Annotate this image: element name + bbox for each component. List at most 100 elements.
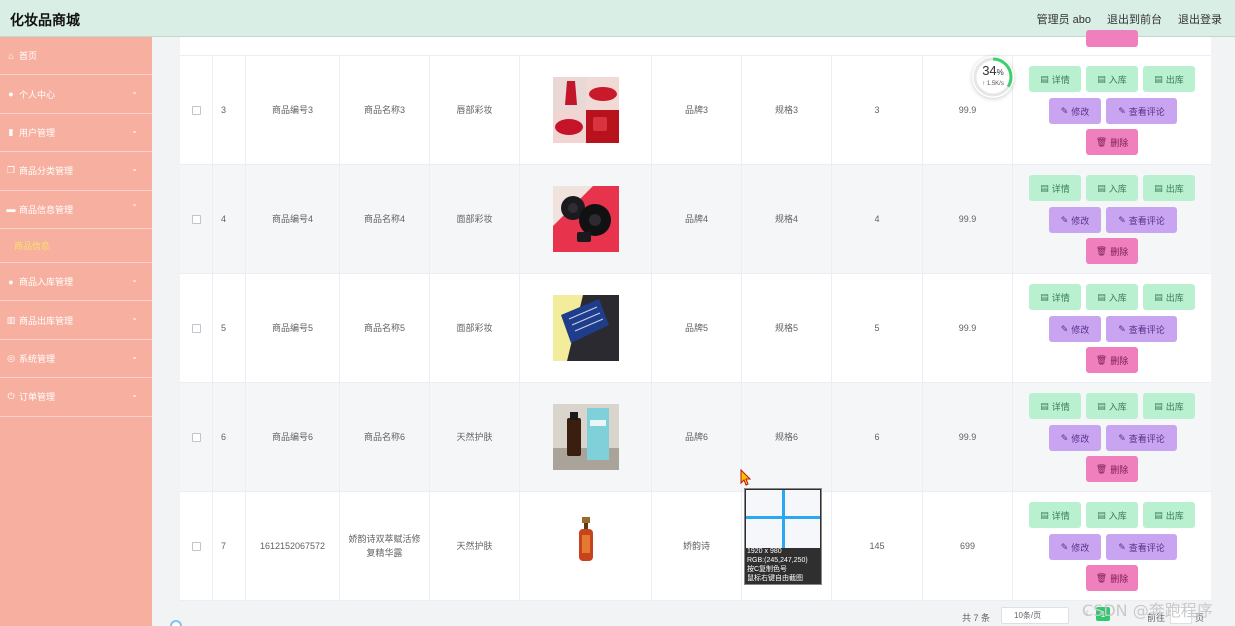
edit-button[interactable]: ✎ 修改 (1049, 425, 1101, 451)
sidebar-item-profile[interactable]: ● 个人中心 ⌄ (0, 75, 152, 114)
row-checkbox[interactable] (191, 432, 201, 442)
speed-unit: % (996, 68, 1004, 77)
settings-icon: ◎ (7, 352, 15, 363)
sidebar-item-products[interactable]: ▬ 商品信息管理 ⌃ (0, 191, 152, 229)
detail-button[interactable]: ▤ 详情 (1029, 284, 1081, 310)
stock-out-button[interactable]: ▤ 出库 (1143, 175, 1195, 201)
document-icon: ▤ (1040, 182, 1049, 193)
user-icon: ● (8, 89, 14, 100)
sidebar-item-home[interactable]: ⌂ 首页 (0, 37, 152, 76)
row-checkbox[interactable] (191, 541, 201, 551)
table-row: 6 商品编号6 商品名称6 天然护肤 品牌6 规格6 6 99.9 ▤ 详情 ▤… (180, 383, 1211, 492)
stock-out-button[interactable]: ▤ 出库 (1143, 393, 1195, 419)
logout-link[interactable]: 退出登录 (1178, 11, 1222, 27)
view-comments-button[interactable]: ✎ 查看评论 (1106, 98, 1177, 124)
sidebar-item-categories[interactable]: ❐ 商品分类管理 ⌄ (0, 152, 152, 191)
trash-icon: 🗑 (1095, 245, 1108, 256)
delete-button[interactable]: 🗑 删除 (1086, 565, 1138, 591)
edit-button[interactable]: ✎ 修改 (1049, 207, 1101, 233)
sidebar-item-label: 商品分类管理 (19, 166, 74, 177)
row-actions: ▤ 详情 ▤ 入库 ▤ 出库 ✎ 修改 ✎ 查看评论 🗑 删除 (1013, 383, 1211, 491)
document-icon: ▤ (1097, 73, 1106, 84)
top-right-links: 管理员 abo 退出到前台 退出登录 (1037, 11, 1222, 27)
stock-in-button[interactable]: ▤ 入库 (1086, 393, 1138, 419)
row-checkbox[interactable] (191, 214, 201, 224)
stock-in-button[interactable]: ▤ 入库 (1086, 175, 1138, 201)
edit-button[interactable]: ✎ 修改 (1049, 316, 1101, 342)
stock-out-button[interactable]: ▤ 出库 (1143, 66, 1195, 92)
edit-icon: ✎ (1060, 541, 1069, 552)
product-image (552, 295, 619, 361)
table-row: 4 商品编号4 商品名称4 面部彩妆 品牌4 规格4 4 99.9 ▤ 详情 ▤… (180, 165, 1211, 274)
edit-icon: ✎ (1060, 432, 1069, 443)
view-comments-button[interactable]: ✎ 查看评论 (1106, 207, 1177, 233)
row-actions: ▤ 详情 ▤ 入库 ▤ 出库 ✎ 修改 ✎ 查看评论 🗑 删除 (1013, 274, 1211, 382)
table-row: 3 商品编号3 商品名称3 唇部彩妆 品牌3 规格3 3 99.9 ▤ 详情 ▤… (180, 56, 1211, 165)
product-stock: 5 (832, 274, 923, 382)
product-spec: 规格3 (742, 56, 832, 164)
product-stock: 4 (832, 165, 923, 273)
row-index: 6 (213, 383, 246, 491)
delete-button[interactable]: 🗑 删除 (1086, 347, 1138, 373)
sidebar-item-label: 个人中心 (19, 89, 56, 100)
table-row-partial (180, 30, 1211, 56)
admin-label: 管理员 abo (1036, 14, 1091, 26)
magnifier-hint-copy: 按C复制色号 (747, 566, 788, 573)
delete-button[interactable]: 🗑 删除 (1086, 129, 1138, 155)
detail-button[interactable]: ▤ 详情 (1029, 393, 1081, 419)
sidebar-item-label: 首页 (19, 51, 38, 62)
sidebar-item-label: 商品入库管理 (19, 277, 74, 288)
sidebar-item-orders[interactable]: ⏻ 订单管理 ⌄ (0, 378, 152, 417)
home-icon: ⌂ (8, 50, 14, 61)
chevron-down-icon: ⌄ (131, 164, 138, 174)
stock-out-button[interactable]: ▤ 出库 (1143, 502, 1195, 528)
product-name: 商品名称6 (340, 383, 430, 491)
edit-icon: ✎ (1060, 214, 1069, 225)
sidebar-item-system[interactable]: ◎ 系统管理 ⌄ (0, 340, 152, 379)
sidebar-item-stock-out[interactable]: ▥ 商品出库管理 ⌄ (0, 301, 152, 340)
document-icon: ▤ (1097, 400, 1106, 411)
detail-button[interactable]: ▤ 详情 (1029, 175, 1081, 201)
crosshair-v (782, 490, 785, 548)
document-icon: ▤ (1040, 291, 1049, 302)
scroll-indicator (170, 620, 182, 626)
product-table: 3 商品编号3 商品名称3 唇部彩妆 品牌3 规格3 3 99.9 ▤ 详情 ▤… (180, 30, 1211, 601)
stock-in-button[interactable]: ▤ 入库 (1086, 66, 1138, 92)
row-checkbox[interactable] (191, 105, 201, 115)
stock-out-button[interactable]: ▤ 出库 (1143, 284, 1195, 310)
product-category: 天然护肤 (430, 492, 520, 600)
delete-button[interactable] (1086, 30, 1138, 47)
product-image (552, 404, 619, 470)
sidebar-item-users[interactable]: ▮ 用户管理 ⌄ (0, 114, 152, 153)
submenu-item-product-info[interactable]: 商品信息 (0, 229, 152, 263)
product-name: 商品名称5 (340, 274, 430, 382)
magnifier-size: 1920 x 980 (747, 548, 782, 555)
delete-button[interactable]: 🗑 删除 (1086, 456, 1138, 482)
chevron-down-icon: ⌄ (131, 390, 138, 400)
chevron-down-icon: ⌄ (131, 313, 138, 323)
view-comments-button[interactable]: ✎ 查看评论 (1106, 316, 1177, 342)
magnifier-rgb: RGB:(245,247,250) (747, 557, 808, 564)
view-comments-button[interactable]: ✎ 查看评论 (1106, 425, 1177, 451)
row-checkbox[interactable] (191, 323, 201, 333)
view-comments-button[interactable]: ✎ 查看评论 (1106, 534, 1177, 560)
product-name: 商品名称3 (340, 56, 430, 164)
stock-in-button[interactable]: ▤ 入库 (1086, 502, 1138, 528)
edit-button[interactable]: ✎ 修改 (1049, 534, 1101, 560)
detail-button[interactable]: ▤ 详情 (1029, 66, 1081, 92)
product-brand: 娇韵诗 (652, 492, 742, 600)
users-icon: ▮ (8, 126, 14, 137)
document-icon: ▤ (1154, 73, 1163, 84)
edit-icon: ✎ (1118, 214, 1126, 225)
back-to-front-link[interactable]: 退出到前台 (1107, 11, 1162, 27)
detail-button[interactable]: ▤ 详情 (1029, 502, 1081, 528)
edit-button[interactable]: ✎ 修改 (1049, 98, 1101, 124)
speed-percent: 34 (982, 63, 997, 78)
page-size-select[interactable]: 10条/页 (1001, 607, 1069, 624)
pagination: 共 7 条 10条/页 ‹ 1 前往 页 (152, 605, 1235, 626)
delete-button[interactable]: 🗑 删除 (1086, 238, 1138, 264)
product-name: 娇韵诗双萃赋活修复精华露 (340, 492, 430, 600)
stock-in-button[interactable]: ▤ 入库 (1086, 284, 1138, 310)
product-price: 99.9 (923, 274, 1013, 382)
sidebar-item-stock-in[interactable]: ● 商品入库管理 ⌄ (0, 263, 152, 302)
